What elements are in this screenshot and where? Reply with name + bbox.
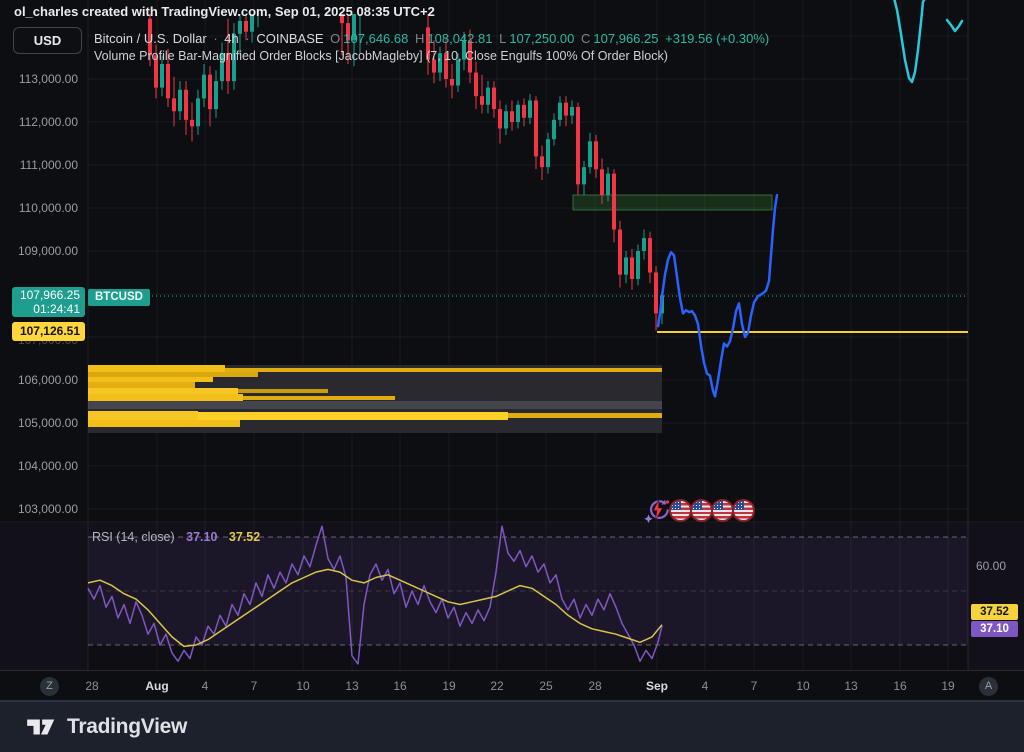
exchange-label: COINBASE	[256, 31, 323, 46]
price-chart-canvas[interactable]	[0, 0, 1024, 700]
open-value: 107,646.68	[343, 31, 408, 46]
time-axis-label: 28	[588, 679, 601, 693]
high-label: H	[415, 31, 424, 46]
us-flag-event-icon[interactable]	[732, 499, 755, 522]
last-price-value: 107,966.25	[12, 288, 80, 302]
us-flag-event-icon[interactable]	[711, 499, 734, 522]
indicator-legend[interactable]: Volume Profile Bar-Magnified Order Block…	[94, 49, 668, 63]
price-axis-label: 103,000.00	[0, 502, 78, 516]
tradingview-logo-icon[interactable]	[26, 713, 56, 741]
price-axis-label: 110,000.00	[0, 201, 78, 215]
symbol-tag: BTCUSD	[88, 289, 150, 306]
rsi-value: 37.10	[186, 530, 217, 544]
time-axis-label: 19	[442, 679, 455, 693]
time-axis-label: Aug	[145, 679, 168, 693]
footer-brand[interactable]: TradingView	[67, 715, 187, 739]
time-axis-label: 16	[893, 679, 906, 693]
price-axis-label: 105,000.00	[0, 416, 78, 430]
price-axis-label: 109,000.00	[0, 244, 78, 258]
time-axis-label: 16	[393, 679, 406, 693]
rsi-label: RSI (14, close)	[92, 530, 175, 544]
tradingview-chart-snapshot: ol_charles created with TradingView.com,…	[0, 0, 1024, 752]
time-axis-label: 10	[796, 679, 809, 693]
time-axis-label: 7	[251, 679, 258, 693]
time-axis-label: 22	[490, 679, 503, 693]
time-axis-label: 19	[941, 679, 954, 693]
time-axis-label: 7	[751, 679, 758, 693]
high-value: 108,042.81	[427, 31, 492, 46]
time-axis-label: 13	[844, 679, 857, 693]
event-markers	[644, 497, 755, 524]
rsi-legend[interactable]: RSI (14, close) 37.10 37.52	[92, 530, 260, 544]
price-axis-label: 112,000.00	[0, 115, 78, 129]
currency-button[interactable]: USD	[13, 27, 82, 54]
time-axis-label: 4	[702, 679, 709, 693]
price-axis-label: 106,000.00	[0, 373, 78, 387]
legend-separator: ·	[213, 31, 217, 46]
price-axis-label: 104,000.00	[0, 459, 78, 473]
price-axis-label: 113,000.00	[0, 72, 78, 86]
bar-countdown: 01:24:41	[12, 302, 80, 316]
time-axis-label: 10	[296, 679, 309, 693]
us-flag-event-icon[interactable]	[690, 499, 713, 522]
rsi-ma-value: 37.52	[229, 530, 260, 544]
timeframe-label[interactable]: 4h	[224, 31, 238, 46]
rsi-ma-badge: 37.52	[971, 604, 1018, 620]
close-label: C	[581, 31, 590, 46]
time-axis-label: 28	[85, 679, 98, 693]
time-axis-label: 13	[345, 679, 358, 693]
snapshot-title: ol_charles created with TradingView.com,…	[14, 4, 435, 19]
scroll-left-button[interactable]: Z	[40, 677, 59, 696]
low-value: 107,250.00	[509, 31, 574, 46]
auto-scale-button[interactable]: A	[979, 677, 998, 696]
last-price-badge: 107,966.25 01:24:41	[12, 287, 85, 317]
legend-separator: ·	[245, 31, 249, 46]
refresh-lightning-icon[interactable]	[644, 497, 671, 524]
price-axis-label: 111,000.00	[0, 158, 78, 172]
time-axis-label: 4	[202, 679, 209, 693]
change-value: +319.56 (+0.30%)	[665, 31, 769, 46]
open-label: O	[330, 31, 340, 46]
time-axis-label: Sep	[646, 679, 668, 693]
low-label: L	[499, 31, 506, 46]
rsi-axis-label: 60.00	[976, 559, 1006, 573]
time-axis-label: 25	[539, 679, 552, 693]
footer-bar: TradingView	[0, 700, 1024, 752]
level-price-badge: 107,126.51	[12, 322, 85, 341]
close-value: 107,966.25	[593, 31, 658, 46]
us-flag-event-icon[interactable]	[669, 499, 692, 522]
rsi-value-badge: 37.10	[971, 621, 1018, 637]
symbol-legend: Bitcoin / U.S. Dollar · 4h · COINBASE O1…	[94, 31, 772, 46]
symbol-name[interactable]: Bitcoin / U.S. Dollar	[94, 31, 207, 46]
